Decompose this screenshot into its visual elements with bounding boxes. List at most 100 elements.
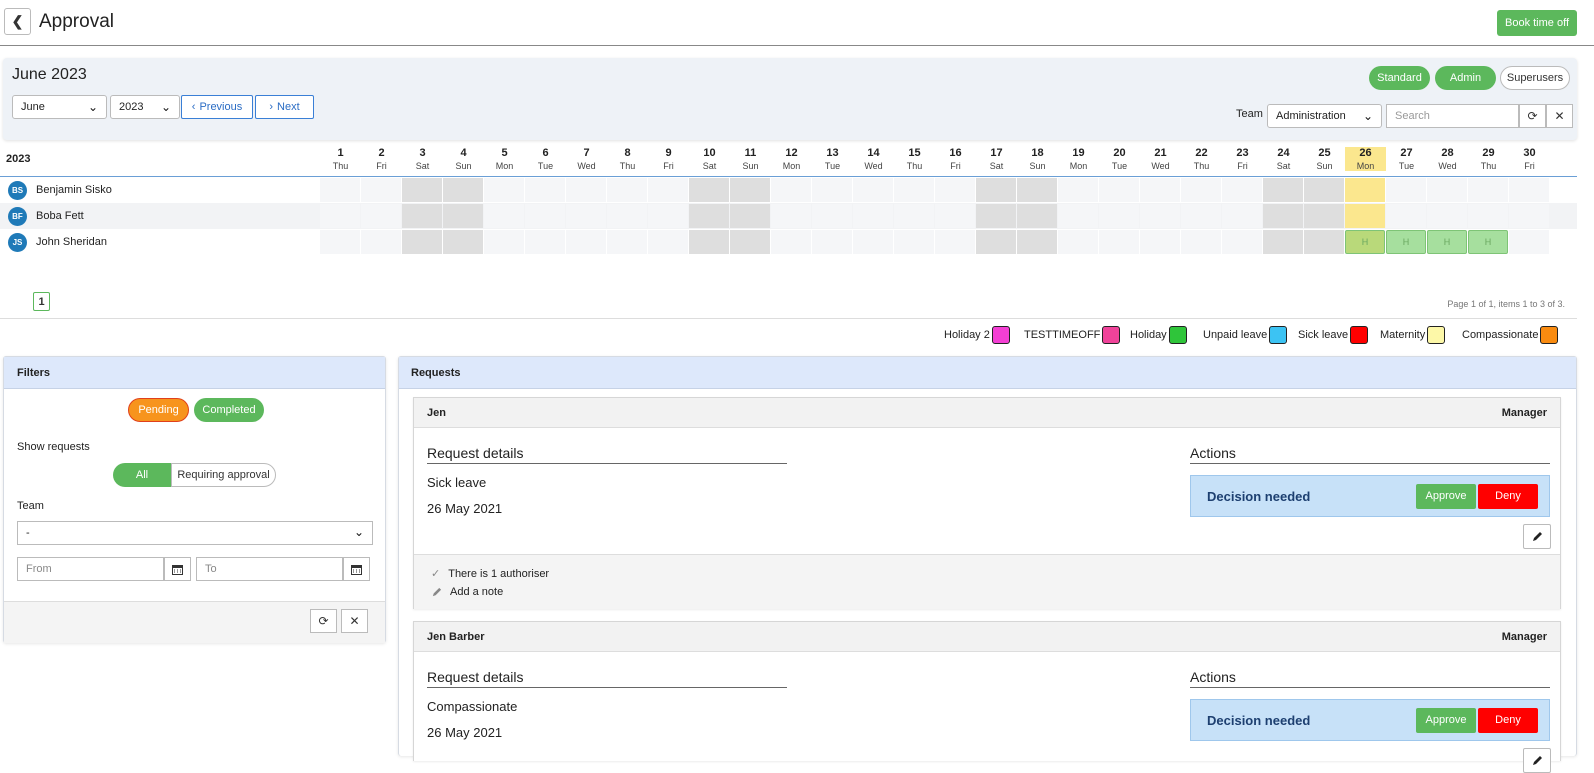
day-cell[interactable] xyxy=(771,230,811,254)
day-cell[interactable] xyxy=(1181,204,1221,228)
day-cell[interactable] xyxy=(361,178,401,202)
day-cell[interactable] xyxy=(648,230,688,254)
day-cell[interactable] xyxy=(1140,204,1180,228)
day-cell[interactable] xyxy=(894,204,934,228)
day-cell[interactable] xyxy=(320,178,360,202)
day-cell[interactable] xyxy=(1468,204,1508,228)
day-cell[interactable] xyxy=(320,204,360,228)
to-date-input[interactable]: To xyxy=(196,557,343,581)
day-cell[interactable] xyxy=(1058,204,1098,228)
clear-button[interactable]: ✕ xyxy=(1546,104,1573,128)
day-cell[interactable] xyxy=(1222,230,1262,254)
day-cell[interactable] xyxy=(1345,204,1385,228)
day-cell[interactable] xyxy=(976,178,1016,202)
day-cell[interactable] xyxy=(1017,230,1057,254)
day-cell[interactable] xyxy=(730,204,770,228)
day-cell[interactable] xyxy=(1058,230,1098,254)
day-cell[interactable] xyxy=(689,178,729,202)
day-cell[interactable] xyxy=(935,230,975,254)
day-cell[interactable] xyxy=(771,178,811,202)
day-cell[interactable] xyxy=(1058,178,1098,202)
day-cell[interactable] xyxy=(1017,178,1057,202)
requiring-approval-toggle[interactable]: Requiring approval xyxy=(171,463,276,487)
day-cell[interactable] xyxy=(853,178,893,202)
day-cell[interactable] xyxy=(402,178,442,202)
day-cell[interactable] xyxy=(1304,230,1344,254)
month-select[interactable]: June ⌄ xyxy=(12,95,107,119)
day-cell[interactable] xyxy=(1263,204,1303,228)
day-cell[interactable] xyxy=(525,204,565,228)
page-number-button[interactable]: 1 xyxy=(33,292,50,311)
holiday-cell[interactable]: H xyxy=(1386,230,1426,254)
day-cell[interactable] xyxy=(361,230,401,254)
back-button[interactable]: ❮ xyxy=(4,8,31,35)
day-cell[interactable] xyxy=(525,178,565,202)
day-cell[interactable] xyxy=(1509,230,1549,254)
to-calendar-button[interactable] xyxy=(343,557,370,581)
day-cell[interactable] xyxy=(935,204,975,228)
day-cell[interactable] xyxy=(730,230,770,254)
search-input[interactable]: Search xyxy=(1386,104,1519,128)
day-cell[interactable] xyxy=(1222,204,1262,228)
from-date-input[interactable]: From xyxy=(17,557,164,581)
day-cell[interactable] xyxy=(689,230,729,254)
team-select[interactable]: Administration ⌄ xyxy=(1267,104,1382,128)
day-cell[interactable] xyxy=(443,178,483,202)
day-cell[interactable] xyxy=(1304,178,1344,202)
from-calendar-button[interactable] xyxy=(164,557,191,581)
day-cell[interactable] xyxy=(1017,204,1057,228)
day-cell[interactable] xyxy=(484,178,524,202)
day-cell[interactable] xyxy=(1181,178,1221,202)
day-cell[interactable] xyxy=(853,230,893,254)
book-time-off-button[interactable]: Book time off xyxy=(1497,10,1577,36)
day-cell[interactable] xyxy=(976,230,1016,254)
day-cell[interactable] xyxy=(1427,178,1467,202)
day-cell[interactable] xyxy=(1099,204,1139,228)
day-cell[interactable] xyxy=(566,178,606,202)
day-cell[interactable] xyxy=(894,230,934,254)
pending-toggle[interactable]: Pending xyxy=(128,398,189,422)
role-standard[interactable]: Standard xyxy=(1369,66,1430,90)
day-cell[interactable] xyxy=(976,204,1016,228)
year-select[interactable]: 2023 ⌄ xyxy=(110,95,180,119)
day-cell[interactable] xyxy=(402,230,442,254)
add-note-link[interactable]: Add a note xyxy=(431,586,503,598)
day-cell[interactable] xyxy=(607,230,647,254)
day-cell[interactable] xyxy=(320,230,360,254)
role-admin[interactable]: Admin xyxy=(1435,66,1496,90)
day-cell[interactable] xyxy=(812,230,852,254)
edit-button[interactable] xyxy=(1523,524,1551,549)
day-cell[interactable] xyxy=(812,178,852,202)
day-cell[interactable] xyxy=(1181,230,1221,254)
day-cell[interactable] xyxy=(1468,178,1508,202)
holiday-cell[interactable]: H xyxy=(1427,230,1467,254)
day-cell[interactable] xyxy=(1263,230,1303,254)
day-cell[interactable] xyxy=(1509,204,1549,228)
day-cell[interactable] xyxy=(1386,204,1426,228)
role-superusers[interactable]: Superusers xyxy=(1500,66,1570,90)
day-cell[interactable] xyxy=(566,230,606,254)
day-cell[interactable] xyxy=(1099,178,1139,202)
day-cell[interactable] xyxy=(361,204,401,228)
day-cell[interactable] xyxy=(1509,178,1549,202)
approve-button[interactable]: Approve xyxy=(1416,707,1476,733)
day-cell[interactable] xyxy=(1263,178,1303,202)
day-cell[interactable] xyxy=(443,204,483,228)
day-cell[interactable] xyxy=(1222,178,1262,202)
previous-button[interactable]: ‹ Previous xyxy=(181,95,253,119)
all-toggle[interactable]: All xyxy=(113,463,171,487)
completed-toggle[interactable]: Completed xyxy=(194,398,264,422)
holiday-cell[interactable]: H xyxy=(1468,230,1508,254)
day-cell[interactable] xyxy=(730,178,770,202)
day-cell[interactable] xyxy=(1386,178,1426,202)
holiday-cell[interactable]: H xyxy=(1345,230,1385,254)
approve-button[interactable]: Approve xyxy=(1416,483,1476,509)
day-cell[interactable] xyxy=(689,204,729,228)
filters-refresh-button[interactable]: ⟳ xyxy=(310,609,337,633)
day-cell[interactable] xyxy=(566,204,606,228)
team-filter-select[interactable]: - ⌄ xyxy=(17,521,373,545)
day-cell[interactable] xyxy=(1099,230,1139,254)
filters-clear-button[interactable]: ✕ xyxy=(341,609,368,633)
deny-button[interactable]: Deny xyxy=(1478,707,1538,733)
day-cell[interactable] xyxy=(1427,204,1467,228)
